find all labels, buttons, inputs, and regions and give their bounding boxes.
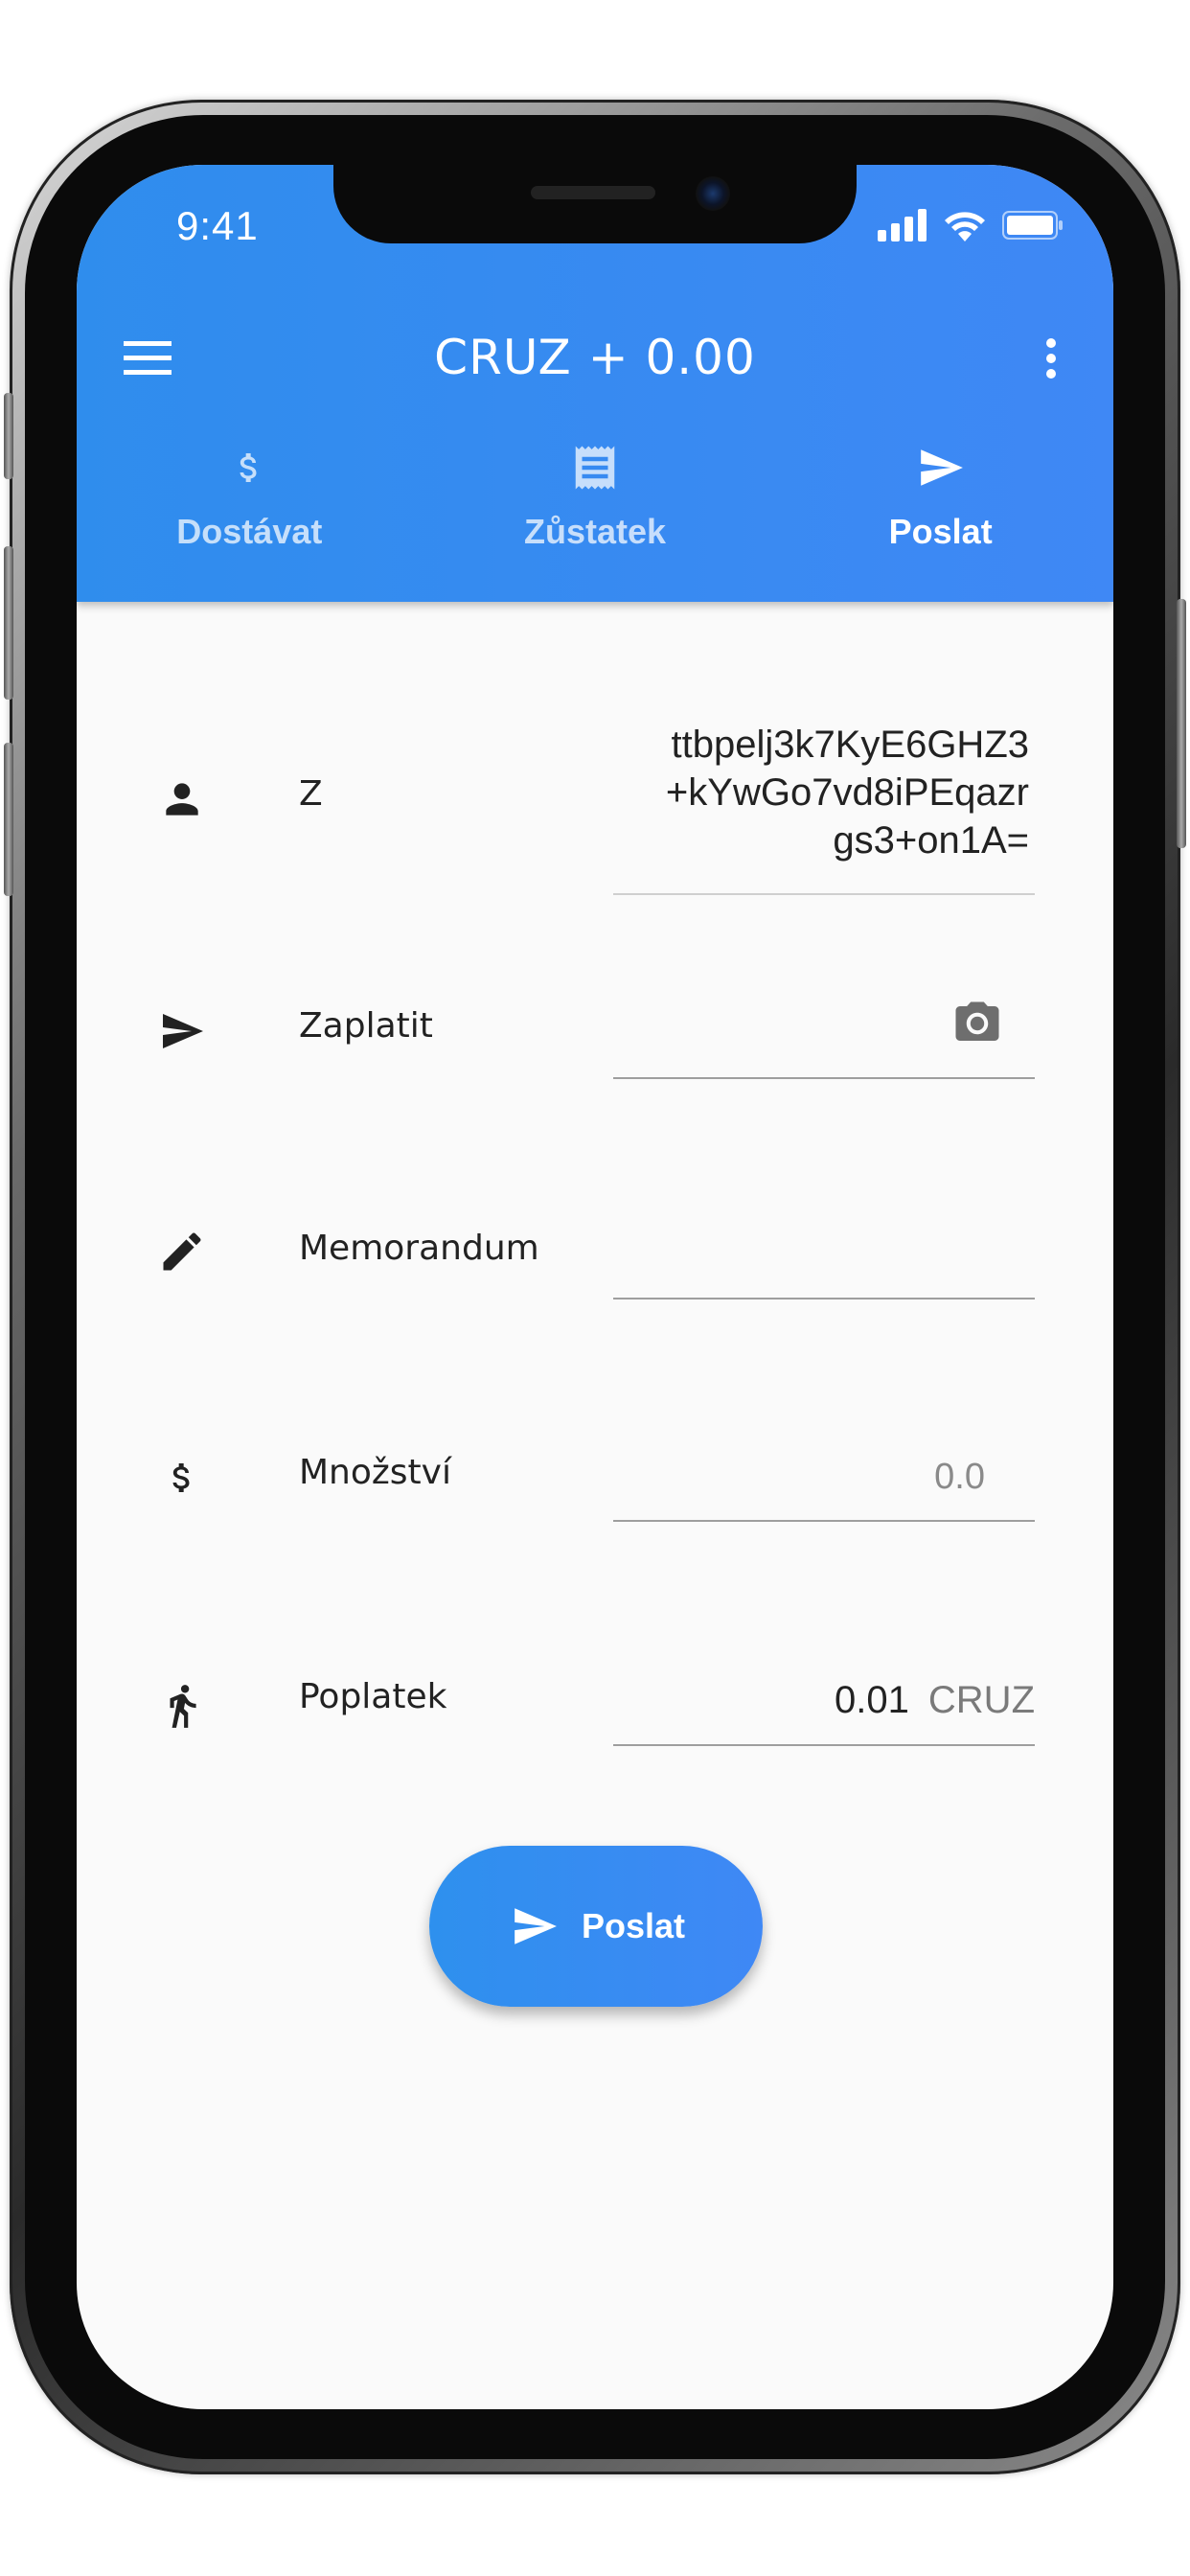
dollar-icon [218, 437, 280, 498]
wifi-icon [943, 209, 987, 245]
memo-label: Memorandum [299, 1229, 539, 1268]
tab-send[interactable]: Poslat [767, 433, 1113, 602]
volume-up-button [4, 546, 13, 700]
fee-display: 0.01 CRUZ [613, 1679, 1035, 1722]
volume-down-button [4, 743, 13, 896]
more-options-button[interactable] [1027, 330, 1075, 387]
tab-balance[interactable]: Zůstatek [423, 433, 768, 602]
walking-icon [153, 1677, 211, 1735]
front-camera [696, 176, 730, 211]
from-address-line-2: +kYwGo7vd8iPEqazr [665, 771, 1029, 814]
fee-label: Poplatek [299, 1677, 447, 1716]
from-address-field[interactable]: ttbpelj3k7KyE6GHZ3 +kYwGo7vd8iPEqazr gs3… [613, 721, 1035, 895]
battery-icon [1002, 211, 1064, 243]
tab-send-label: Poslat [888, 512, 993, 551]
app-header: 9:41 CRUZ + 0.00 Dostávat Zůstatek Posla… [77, 165, 1113, 602]
from-address-line-1: ttbpelj3k7KyE6GHZ3 [671, 724, 1029, 766]
status-time: 9:41 [176, 203, 259, 248]
pay-to-label: Zaplatit [299, 1006, 433, 1046]
fee-unit: CRUZ [927, 1679, 1035, 1721]
camera-icon [955, 1001, 999, 1041]
send-icon [515, 1908, 557, 1944]
receipt-icon [564, 437, 626, 498]
toolbar: CRUZ + 0.00 [77, 309, 1113, 404]
app-title: CRUZ + 0.00 [434, 330, 756, 385]
speaker-grille [531, 186, 655, 199]
phone-screen: 9:41 CRUZ + 0.00 Dostávat Zůstatek Posla… [77, 165, 1113, 2409]
tab-bar: Dostávat Zůstatek Poslat [77, 433, 1113, 602]
person-icon [153, 770, 211, 828]
fee-value: 0.01 [835, 1679, 909, 1721]
more-vertical-icon [1046, 338, 1056, 379]
from-label: Z [299, 774, 323, 814]
tab-receive-label: Dostávat [176, 512, 323, 551]
pencil-icon [153, 1223, 211, 1280]
power-button [1177, 599, 1186, 848]
from-address-line-3: gs3+on1A= [833, 819, 1029, 862]
send-button-label: Poslat [581, 1906, 686, 1945]
amount-label: Množství [299, 1453, 451, 1492]
cellular-signal-icon [878, 209, 927, 245]
camera-notch [333, 165, 857, 243]
status-icons [878, 209, 1064, 245]
amount-input[interactable]: 0.0 [613, 1432, 1035, 1522]
pay-to-input[interactable] [613, 989, 1035, 1079]
silent-switch [4, 393, 13, 479]
send-icon [153, 1002, 211, 1060]
send-button[interactable]: Poslat [429, 1846, 763, 2007]
scan-qr-button[interactable] [949, 995, 1006, 1052]
tab-balance-label: Zůstatek [523, 512, 667, 551]
memo-input[interactable] [613, 1209, 1035, 1300]
send-icon [910, 437, 972, 498]
tab-receive[interactable]: Dostávat [77, 433, 423, 602]
fee-input[interactable]: 0.01 CRUZ [613, 1656, 1035, 1746]
dollar-icon [153, 1449, 211, 1506]
amount-placeholder: 0.0 [934, 1457, 985, 1497]
